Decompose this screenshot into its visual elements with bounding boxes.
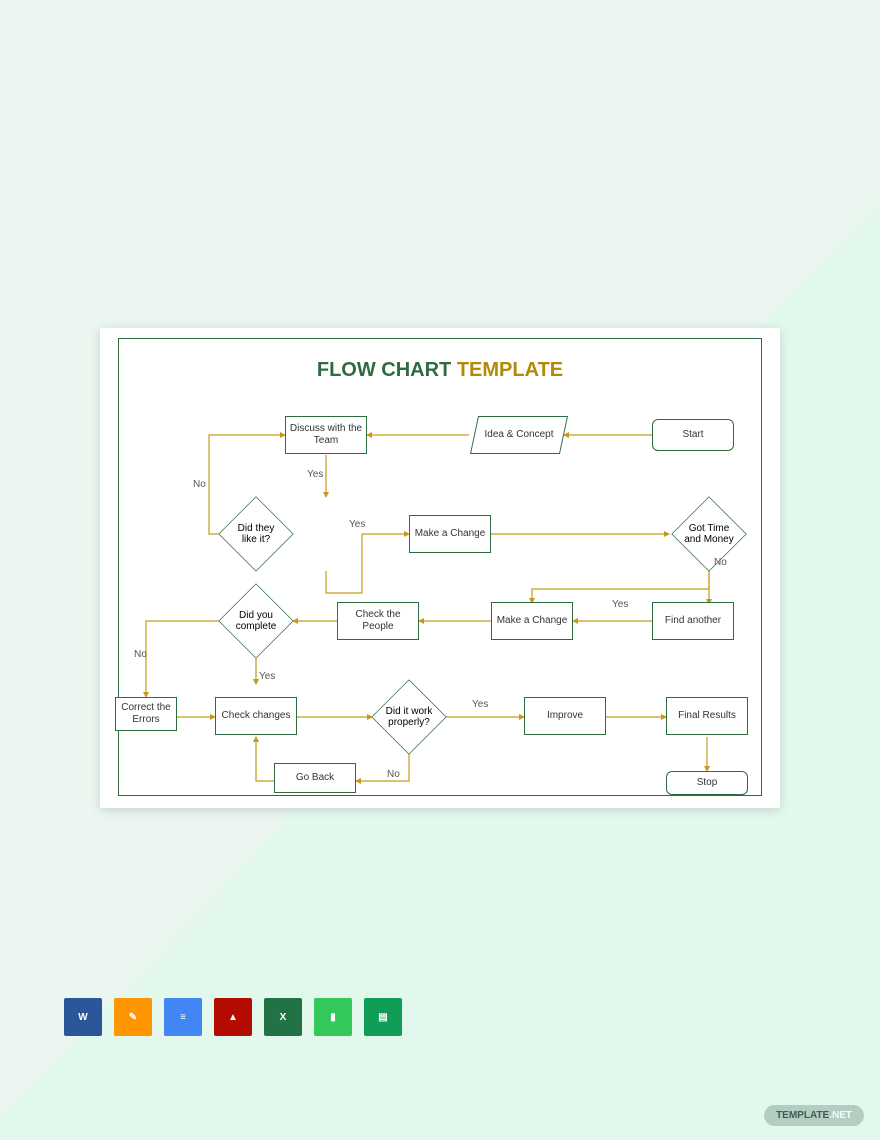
edge-label-no: No — [714, 557, 727, 568]
find-another-node: Find another — [652, 602, 734, 640]
edge-label-no: No — [387, 769, 400, 780]
edge-label-yes: Yes — [612, 599, 628, 610]
chart-title: FLOW CHART TEMPLATE — [119, 359, 761, 382]
check-people-node: Check the People — [337, 602, 419, 640]
brand-text-b: .NET — [829, 1110, 852, 1121]
check-changes-node: Check changes — [215, 697, 297, 735]
make-change-1-node: Make a Change — [409, 515, 491, 553]
like-decision: Did they like it? — [219, 497, 293, 571]
word-icon[interactable]: W — [64, 998, 102, 1036]
title-text-b: TEMPLATE — [457, 359, 563, 381]
did-you-complete-decision: Did you complete — [219, 584, 293, 658]
numbers-icon[interactable]: ▮ — [314, 998, 352, 1036]
edge-label-no: No — [134, 649, 147, 660]
flowchart-canvas: FLOW CHART TEMPLATE — [118, 338, 762, 796]
brand-badge[interactable]: TEMPLATE.NET — [764, 1105, 864, 1126]
pages-icon[interactable]: ✎ — [114, 998, 152, 1036]
correct-errors-node: Correct the Errors — [115, 697, 177, 731]
edge-label-yes: Yes — [472, 699, 488, 710]
google-sheets-icon[interactable]: ▤ — [364, 998, 402, 1036]
edge-label-no: No — [193, 479, 206, 490]
format-icon-row: W ✎ ≡ ▲ X ▮ ▤ — [64, 998, 402, 1036]
google-docs-icon[interactable]: ≡ — [164, 998, 202, 1036]
excel-icon[interactable]: X — [264, 998, 302, 1036]
edge-label-yes: Yes — [259, 671, 275, 682]
start-node: Start — [652, 419, 734, 451]
go-back-node: Go Back — [274, 763, 356, 793]
idea-concept-node: Idea & Concept — [474, 416, 564, 454]
template-preview-sheet: FLOW CHART TEMPLATE — [100, 328, 780, 808]
brand-text-a: TEMPLATE — [776, 1110, 829, 1121]
did-it-work-decision: Did it work properly? — [372, 680, 446, 754]
improve-node: Improve — [524, 697, 606, 735]
got-time-money-decision: Got Time and Money — [672, 497, 746, 571]
stop-node: Stop — [666, 771, 748, 795]
discuss-node: Discuss with the Team — [285, 416, 367, 454]
edge-label-yes: Yes — [349, 519, 365, 530]
pdf-icon[interactable]: ▲ — [214, 998, 252, 1036]
make-change-2-node: Make a Change — [491, 602, 573, 640]
title-text-a: FLOW CHART — [317, 359, 457, 381]
edge-label-yes: Yes — [307, 469, 323, 480]
final-results-node: Final Results — [666, 697, 748, 735]
